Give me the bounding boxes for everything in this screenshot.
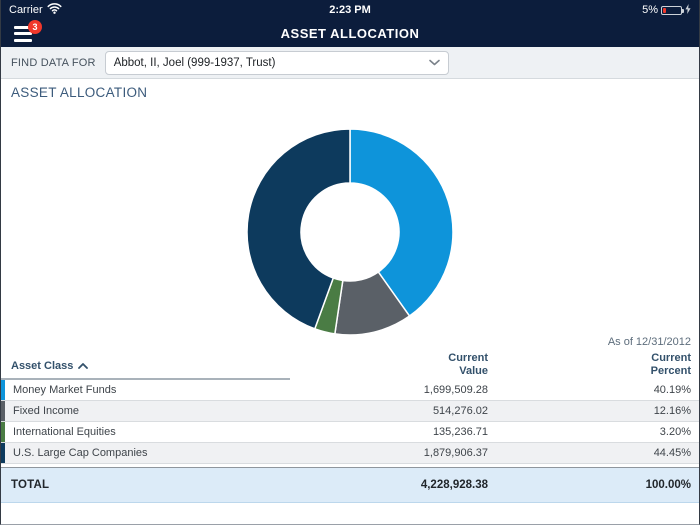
row-current-percent: 12.16%	[488, 405, 699, 417]
row-current-value: 1,699,509.28	[290, 384, 488, 396]
asset-class-header-label: Asset Class	[11, 360, 73, 372]
asset-allocation-donut-chart	[240, 122, 460, 342]
account-dropdown[interactable]: Abbot, II, Joel (999-1937, Trust)	[105, 51, 449, 75]
table-header: Asset Class Current Value Current Percen…	[1, 350, 699, 380]
page-title: ASSET ALLOCATION	[1, 26, 699, 41]
row-current-percent: 40.19%	[488, 384, 699, 396]
row-color-indicator	[1, 380, 5, 400]
status-bar: Carrier 2:23 PM 5%	[1, 0, 699, 20]
nav-bar: ASSET ALLOCATION 3	[1, 20, 699, 47]
table-row[interactable]: Fixed Income514,276.0212.16%	[1, 401, 699, 422]
table-row[interactable]: U.S. Large Cap Companies1,879,906.3744.4…	[1, 443, 699, 464]
table-row[interactable]: Money Market Funds1,699,509.2840.19%	[1, 380, 699, 401]
row-current-value: 514,276.02	[290, 405, 488, 417]
row-current-value: 1,879,906.37	[290, 447, 488, 459]
find-data-bar: FIND DATA FOR Abbot, II, Joel (999-1937,…	[1, 47, 699, 79]
row-color-indicator	[1, 401, 5, 421]
total-current-percent: 100.00%	[488, 479, 699, 491]
column-header-current-percent[interactable]: Current Percent	[488, 352, 699, 380]
row-asset-class: Money Market Funds	[1, 384, 290, 396]
table-row[interactable]: International Equities135,236.713.20%	[1, 422, 699, 443]
total-label: TOTAL	[1, 479, 290, 491]
table-total-row: TOTAL 4,228,928.38 100.00%	[1, 467, 699, 503]
total-current-value: 4,228,928.38	[290, 479, 488, 491]
row-current-percent: 3.20%	[488, 426, 699, 438]
row-current-value: 135,236.71	[290, 426, 488, 438]
row-asset-class: International Equities	[1, 426, 290, 438]
find-data-label: FIND DATA FOR	[11, 57, 96, 69]
row-color-indicator	[1, 422, 5, 442]
table-body: Money Market Funds1,699,509.2840.19%Fixe…	[1, 380, 699, 464]
chevron-down-icon	[429, 59, 440, 66]
menu-button[interactable]: 3	[14, 26, 34, 42]
battery-icon	[661, 6, 682, 15]
row-color-indicator	[1, 443, 5, 463]
app-screen: Carrier 2:23 PM 5%	[0, 0, 700, 525]
column-header-current-value[interactable]: Current Value	[290, 352, 488, 380]
sort-ascending-icon	[78, 360, 88, 372]
top-header: Carrier 2:23 PM 5%	[1, 0, 699, 47]
clock: 2:23 PM	[1, 4, 699, 16]
row-current-percent: 44.45%	[488, 447, 699, 459]
row-asset-class: Fixed Income	[1, 405, 290, 417]
section-title: ASSET ALLOCATION	[11, 85, 699, 100]
notification-badge: 3	[28, 20, 42, 34]
row-asset-class: U.S. Large Cap Companies	[1, 447, 290, 459]
account-dropdown-value: Abbot, II, Joel (999-1937, Trust)	[114, 57, 276, 69]
battery-percent-label: 5%	[642, 4, 658, 16]
charging-bolt-icon	[685, 4, 691, 17]
column-header-asset-class[interactable]: Asset Class	[1, 360, 290, 380]
asset-allocation-table: Asset Class Current Value Current Percen…	[1, 350, 699, 503]
